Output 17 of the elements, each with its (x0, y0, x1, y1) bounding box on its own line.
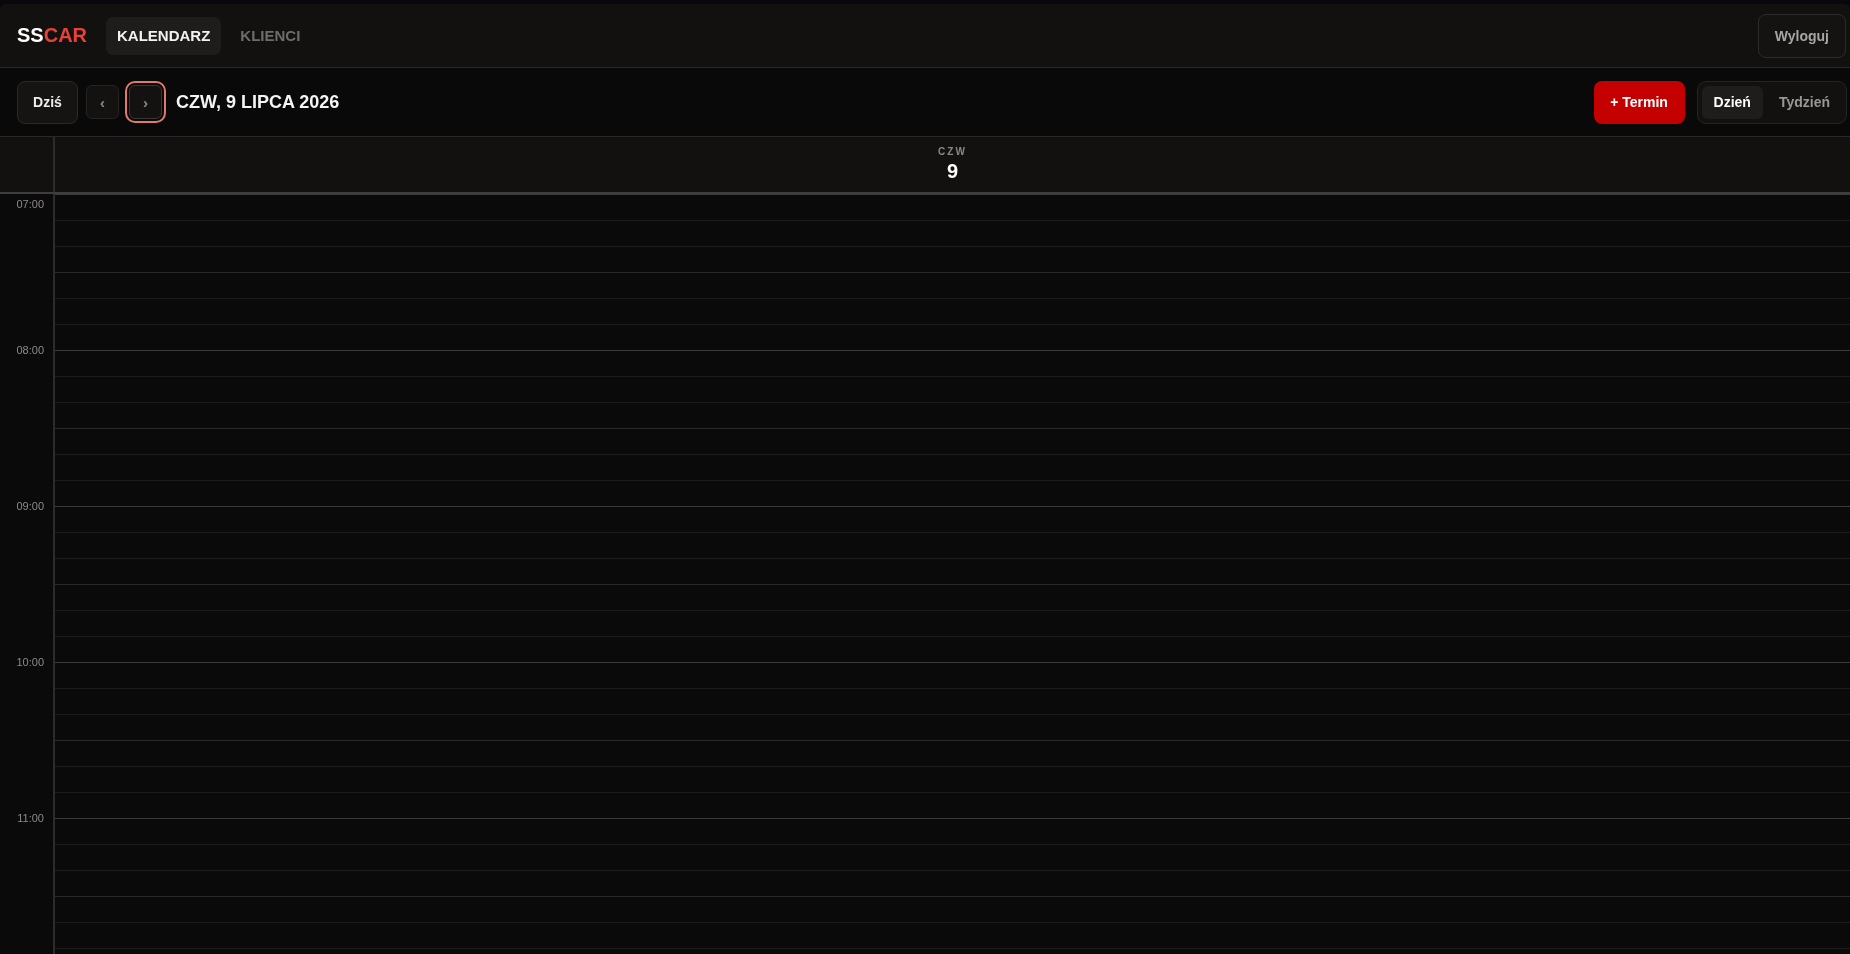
time-label: 11:00 (17, 811, 44, 825)
nav-tab[interactable]: KLIENCI (229, 16, 312, 55)
view-tab[interactable]: Dzień (1701, 85, 1763, 119)
weekday-label: CZW (938, 146, 967, 157)
time-label: 10:00 (16, 655, 44, 669)
date-title: CZW, 9 LIPCA 2026 (176, 91, 340, 113)
time-label: 07:00 (16, 197, 44, 211)
nav-tab[interactable]: KALENDARZ (106, 16, 222, 55)
view-tab[interactable]: Tydzień (1766, 85, 1842, 119)
time-label: 09:00 (16, 499, 44, 513)
previous-button[interactable]: ‹ (86, 85, 119, 119)
add-appointment-button[interactable]: + Termin (1593, 80, 1685, 124)
logout-button[interactable]: Wyloguj (1757, 13, 1846, 58)
day-number: 9 (946, 160, 959, 183)
today-button[interactable]: Dziś (17, 80, 78, 124)
app-logo: SSCAR (17, 24, 88, 47)
time-label: 08:00 (16, 343, 44, 357)
